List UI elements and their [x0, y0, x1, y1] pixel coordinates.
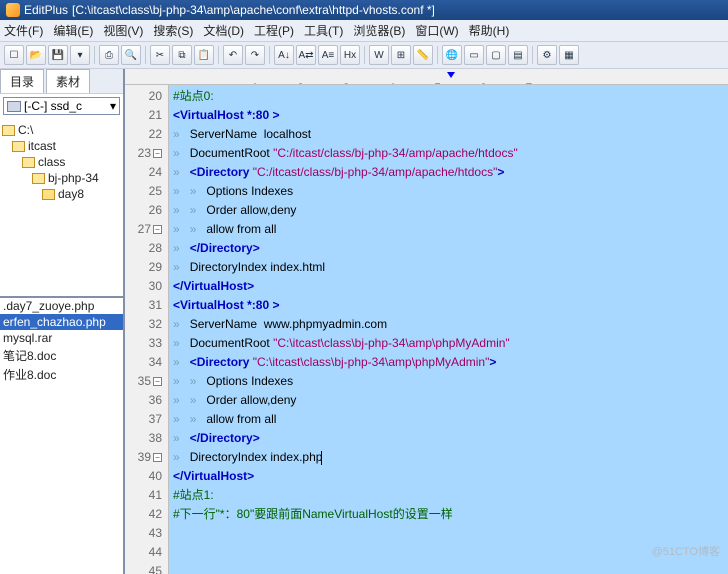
folder-icon [12, 141, 25, 152]
folder-icon [42, 189, 55, 200]
text-cursor [321, 451, 322, 465]
menu-edit[interactable]: 编辑(E) [53, 22, 93, 39]
sidebar-tab-directory[interactable]: 目录 [0, 69, 44, 93]
menu-file[interactable]: 文件(F) [4, 22, 43, 39]
app-logo-icon [6, 3, 20, 17]
tree-label: bj-php-34 [48, 171, 99, 185]
save-dropdown-button[interactable]: ▾ [70, 45, 90, 65]
menu-help[interactable]: 帮助(H) [469, 22, 510, 39]
drive-label: [-C-] ssd_c [24, 99, 82, 113]
menu-project[interactable]: 工程(P) [254, 22, 294, 39]
file-item[interactable]: erfen_chazhao.php [0, 314, 123, 330]
tree-label: day8 [58, 187, 84, 201]
linenum-button[interactable]: ⊞ [391, 45, 411, 65]
tree-item[interactable]: day8 [42, 186, 121, 202]
tree-item[interactable]: class [22, 154, 121, 170]
sidebar: 目录 素材 [-C-] ssd_c ▾ C:\ itcast class bj-php… [0, 69, 125, 574]
settings-button[interactable]: ⚙ [537, 45, 557, 65]
save-button[interactable]: 💾 [48, 45, 68, 65]
redo-button[interactable]: ↷ [245, 45, 265, 65]
tree-label: itcast [28, 139, 56, 153]
toolbar: ☐ 📂 💾 ▾ ⎙ 🔍 ✂ ⧉ 📋 ↶ ↷ A↓ A⇄ A≡ Hx W ⊞ 📏 … [0, 41, 728, 69]
tree-item[interactable]: bj-php-34 [32, 170, 121, 186]
fold-icon[interactable]: − [153, 377, 162, 386]
find-button[interactable]: A↓ [274, 45, 294, 65]
find-files-button[interactable]: A≡ [318, 45, 338, 65]
app-name: EditPlus [24, 3, 68, 17]
project-button[interactable]: ▦ [559, 45, 579, 65]
file-item[interactable]: mysql.rar [0, 330, 123, 346]
file-item[interactable]: 笔记8.doc [0, 346, 123, 365]
menu-window[interactable]: 窗口(W) [415, 22, 458, 39]
tree-item[interactable]: itcast [12, 138, 121, 154]
cut-button[interactable]: ✂ [150, 45, 170, 65]
new-file-button[interactable]: ☐ [4, 45, 24, 65]
menu-browser[interactable]: 浏览器(B) [353, 22, 405, 39]
wordwrap-button[interactable]: W [369, 45, 389, 65]
browser-button[interactable]: 🌐 [442, 45, 462, 65]
disk-icon [7, 101, 21, 112]
folder-icon [2, 125, 15, 136]
chevron-down-icon: ▾ [110, 99, 116, 113]
directory-tree[interactable]: C:\ itcast class bj-php-34 day8 [0, 118, 123, 298]
menu-search[interactable]: 搜索(S) [153, 22, 193, 39]
fold-icon[interactable]: − [153, 453, 162, 462]
menu-document[interactable]: 文档(D) [203, 22, 244, 39]
ruler-button[interactable]: 📏 [413, 45, 433, 65]
code-editor[interactable]: 20212223−24252627−2829303132333435−36373… [125, 85, 728, 574]
print-button[interactable]: ⎙ [99, 45, 119, 65]
sidebar-tab-material[interactable]: 素材 [46, 69, 90, 93]
drive-selector[interactable]: [-C-] ssd_c ▾ [3, 97, 120, 115]
title-bar: EditPlus [C:\itcast\class\bj-php-34\amp\… [0, 0, 728, 20]
hex-button[interactable]: Hx [340, 45, 360, 65]
folder-icon [32, 173, 45, 184]
file-item[interactable]: 作业8.doc [0, 365, 123, 384]
replace-button[interactable]: A⇄ [296, 45, 316, 65]
print-preview-button[interactable]: 🔍 [121, 45, 141, 65]
menu-bar: 文件(F) 编辑(E) 视图(V) 搜索(S) 文档(D) 工程(P) 工具(T… [0, 20, 728, 41]
tree-label: C:\ [18, 123, 33, 137]
undo-button[interactable]: ↶ [223, 45, 243, 65]
open-file-button[interactable]: 📂 [26, 45, 46, 65]
menu-view[interactable]: 视图(V) [103, 22, 143, 39]
paste-button[interactable]: 📋 [194, 45, 214, 65]
copy-button[interactable]: ⧉ [172, 45, 192, 65]
line-number-gutter: 20212223−24252627−2829303132333435−36373… [125, 85, 169, 574]
code-area[interactable]: #站点0:<VirtualHost *:80 >» ServerName loc… [169, 85, 728, 574]
fold-icon[interactable]: − [153, 149, 162, 158]
tile-button[interactable]: ▤ [508, 45, 528, 65]
menu-tools[interactable]: 工具(T) [304, 22, 343, 39]
file-item[interactable]: .day7_zuoye.php [0, 298, 123, 314]
watermark: @51CTO博客 [652, 543, 720, 559]
ruler-caret-icon [447, 72, 455, 78]
tree-item[interactable]: C:\ [2, 122, 121, 138]
tree-label: class [38, 155, 65, 169]
folder-icon [22, 157, 35, 168]
ruler: ----+----1----+----2----+----3----+----4… [125, 69, 728, 85]
window1-button[interactable]: ▭ [464, 45, 484, 65]
file-list[interactable]: .day7_zuoye.phperfen_chazhao.phpmysql.ra… [0, 298, 123, 574]
fold-icon[interactable]: − [153, 225, 162, 234]
window2-button[interactable]: ▢ [486, 45, 506, 65]
document-path: [C:\itcast\class\bj-php-34\amp\apache\co… [72, 3, 435, 17]
